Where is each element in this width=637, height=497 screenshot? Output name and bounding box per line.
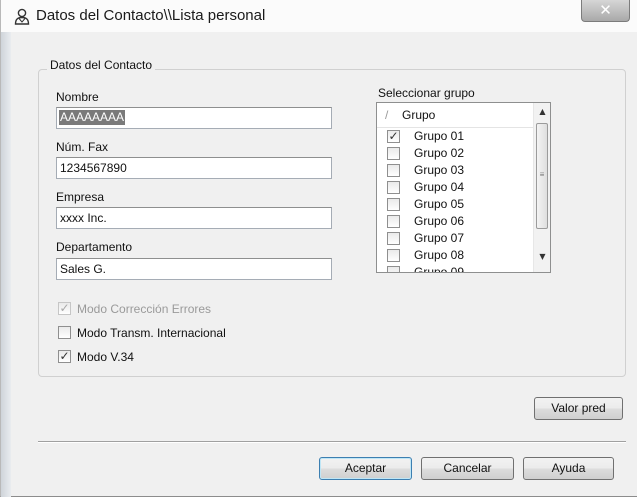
window-left-edge [1, 32, 11, 497]
group-item-label: Grupo 04 [414, 180, 465, 194]
nombre-label: Nombre [56, 90, 99, 104]
empresa-input[interactable]: xxxx Inc. [56, 207, 332, 229]
group-list-item[interactable]: Grupo 09 [377, 264, 533, 273]
group-item-checkbox[interactable] [387, 181, 400, 194]
separator-line [38, 441, 626, 443]
seleccionar-grupo-label: Seleccionar grupo [378, 86, 475, 100]
group-item-label: Grupo 03 [414, 163, 465, 177]
departamento-input[interactable]: Sales G. [56, 258, 332, 280]
group-listbox[interactable]: / Grupo ✓ Grupo 01 Grupo 02 Grupo 03 Gru… [376, 102, 551, 273]
group-item-label: Grupo 01 [414, 129, 465, 143]
accept-button[interactable]: Aceptar [319, 457, 412, 480]
modo-correccion-errores-label: Modo Corrección Errores [77, 302, 212, 316]
group-item-label: Grupo 09 [414, 265, 465, 273]
group-item-checkbox[interactable] [387, 266, 400, 272]
group-list-item[interactable]: Grupo 04 [377, 179, 533, 196]
group-list-item[interactable]: ✓ Grupo 01 [377, 128, 533, 145]
modo-transm-internacional-checkbox[interactable] [58, 326, 71, 339]
group-item-checkbox[interactable] [387, 164, 400, 177]
nombre-value: AAAAAAAA [59, 110, 126, 125]
help-button[interactable]: Ayuda [523, 457, 614, 480]
departamento-label: Departamento [56, 240, 133, 254]
group-item-checkbox[interactable]: ✓ [387, 129, 400, 143]
group-item-checkbox[interactable] [387, 232, 400, 245]
group-item-checkbox[interactable] [387, 147, 400, 160]
check-icon: ✓ [59, 349, 70, 363]
scrollbar-thumb[interactable]: ≡ [536, 123, 548, 229]
grip-icon: ≡ [539, 170, 545, 179]
fax-value: 1234567890 [60, 161, 127, 175]
group-item-label: Grupo 05 [414, 197, 465, 211]
empresa-label: Empresa [56, 190, 105, 204]
group-item-label: Grupo 08 [414, 248, 465, 262]
title-bar[interactable]: Datos del Contacto\\Lista personal ✕ [1, 0, 637, 33]
window-title: Datos del Contacto\\Lista personal [36, 7, 266, 24]
group-item-label: Grupo 02 [414, 146, 465, 160]
group-item-checkbox[interactable] [387, 198, 400, 211]
close-icon: ✕ [599, 1, 612, 19]
modo-transm-internacional-label[interactable]: Modo Transm. Internacional [77, 326, 226, 340]
fax-input[interactable]: 1234567890 [56, 157, 332, 179]
check-icon: ✓ [388, 129, 399, 143]
modo-v34-checkbox[interactable]: ✓ [58, 349, 71, 363]
group-list-item[interactable]: Grupo 02 [377, 145, 533, 162]
groupbox-title: Datos del Contacto [47, 58, 156, 72]
chevron-down-icon: ▼ [539, 252, 546, 261]
departamento-value: Sales G. [60, 262, 107, 276]
group-list-item[interactable]: Grupo 03 [377, 162, 533, 179]
scroll-up-button[interactable]: ▲ [534, 103, 550, 120]
nombre-input[interactable]: AAAAAAAA [56, 107, 332, 129]
empresa-value: xxxx Inc. [60, 211, 107, 225]
close-button[interactable]: ✕ [581, 0, 630, 22]
check-icon: ✓ [59, 301, 70, 315]
group-list-item[interactable]: Grupo 05 [377, 196, 533, 213]
contact-person-icon [14, 8, 30, 25]
sort-indicator-icon: / [385, 108, 389, 122]
default-value-button[interactable]: Valor pred [534, 397, 623, 420]
dialog-window: Datos del Contacto\\Lista personal ✕ Dat… [0, 0, 637, 497]
group-column-header[interactable]: / Grupo [377, 103, 533, 128]
group-item-label: Grupo 07 [414, 231, 465, 245]
modo-correccion-errores-checkbox: ✓ [58, 301, 71, 315]
cancel-button[interactable]: Cancelar [421, 457, 514, 480]
group-item-checkbox[interactable] [387, 215, 400, 228]
chevron-up-icon: ▲ [539, 107, 546, 116]
fax-label: Núm. Fax [56, 140, 109, 154]
group-column-header-label: Grupo [402, 108, 436, 122]
group-list-scrollbar[interactable]: ▲ ≡ ▼ [533, 103, 550, 272]
modo-v34-label[interactable]: Modo V.34 [77, 350, 134, 364]
group-item-label: Grupo 06 [414, 214, 465, 228]
group-list-item[interactable]: Grupo 06 [377, 213, 533, 230]
group-item-checkbox[interactable] [387, 249, 400, 262]
scroll-down-button[interactable]: ▼ [534, 248, 550, 265]
group-list-item[interactable]: Grupo 08 [377, 247, 533, 264]
group-list-item[interactable]: Grupo 07 [377, 230, 533, 247]
